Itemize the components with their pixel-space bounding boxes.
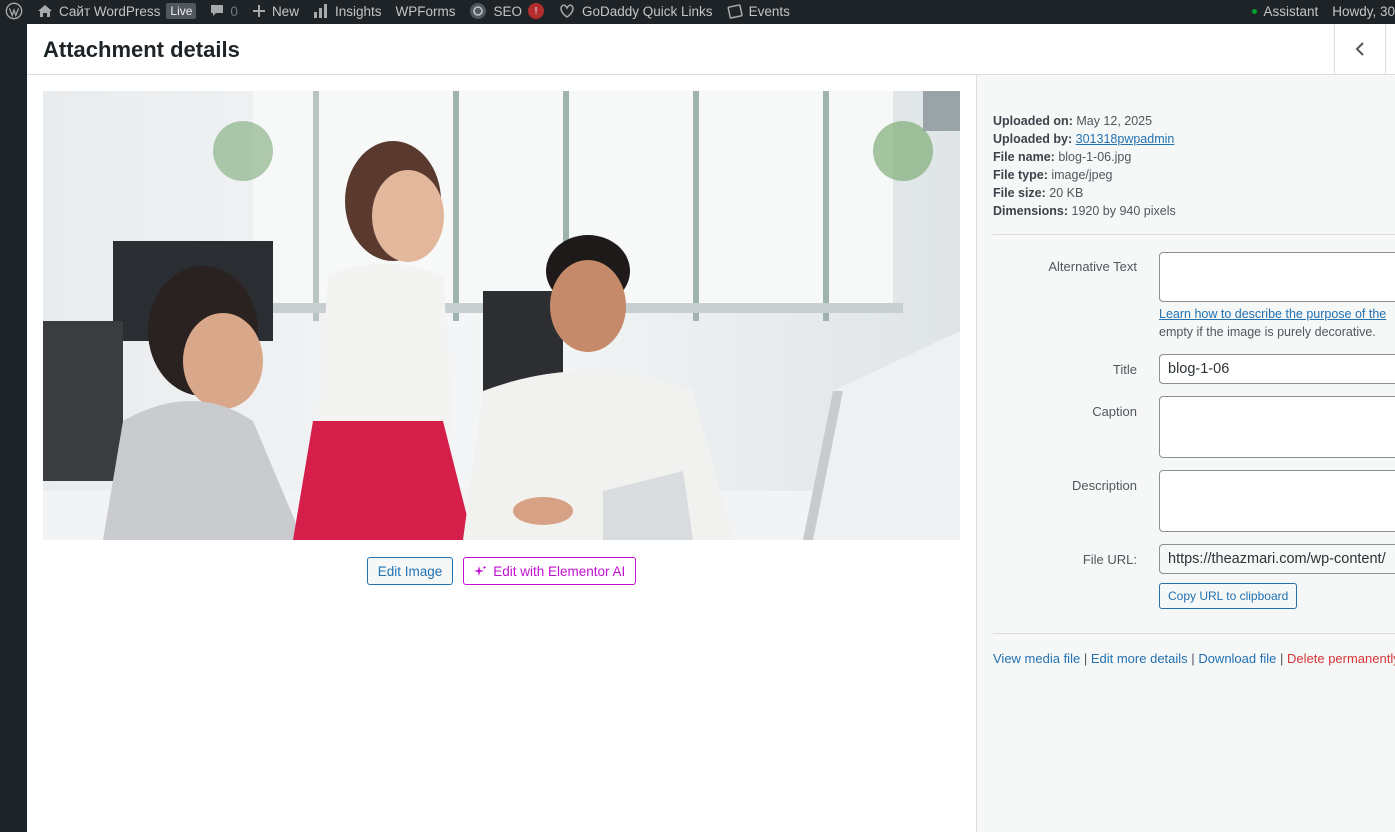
chevron-left-icon [1355, 42, 1364, 56]
calendar-icon [727, 4, 743, 19]
admin-bar-secondary: Assistant Howdy, 30 [1252, 0, 1395, 22]
godaddy-logo-icon [560, 4, 574, 18]
modal-header: Attachment details [27, 24, 1395, 75]
seo-gear-icon [470, 3, 487, 19]
seo-menu[interactable]: SEO ! [469, 2, 544, 20]
wpforms-menu[interactable]: WPForms [395, 4, 455, 19]
live-badge: Live [166, 3, 197, 19]
edit-ai-label: Edit with Elementor AI [493, 563, 626, 579]
file-size-label: File size: [993, 186, 1046, 200]
insights-label: Insights [334, 3, 382, 19]
attachment-image [43, 91, 960, 540]
site-name-label: Сайт WordPress [59, 3, 161, 19]
file-size-value: 20 KB [1049, 186, 1084, 200]
assistant-label: Assistant [1263, 3, 1319, 19]
new-content-menu[interactable]: New [252, 4, 299, 19]
details-divider [993, 234, 1395, 235]
seo-alert-badge: ! [528, 3, 544, 19]
attachment-actions: View media file | Edit more details | Do… [993, 651, 1395, 666]
file-type-row: File type: image/jpeg [993, 166, 1176, 184]
uploaded-on-label: Uploaded on: [993, 114, 1073, 128]
delete-permanently-link[interactable]: Delete permanently [1287, 651, 1395, 666]
copy-url-button[interactable]: Copy URL to clipboard [1159, 583, 1298, 609]
file-url-value: https://theazmari.com/wp-content/ [1168, 551, 1386, 567]
alt-text-input[interactable] [1159, 252, 1395, 302]
title-input[interactable]: blog-1-06 [1159, 354, 1395, 384]
office-meeting-photo [43, 91, 960, 540]
uploaded-by-label: Uploaded by: [993, 132, 1073, 146]
wordpress-logo-icon[interactable] [5, 2, 23, 20]
file-url-input[interactable]: https://theazmari.com/wp-content/ [1159, 544, 1395, 574]
dimensions-label: Dimensions: [993, 204, 1069, 218]
alt-text-help-link[interactable]: Learn how to describe the purpose of the [1159, 307, 1386, 321]
next-attachment-button[interactable] [1385, 24, 1395, 74]
title-value: blog-1-06 [1168, 361, 1230, 377]
action-separator: | [1191, 651, 1195, 666]
file-size-row: File size: 20 KB [993, 184, 1176, 202]
uploaded-by-link[interactable]: 301318pwpadmin [1076, 132, 1175, 146]
attachment-media-view: Edit Image Edit with Elementor AI [27, 75, 976, 832]
alt-text-help: Learn how to describe the purpose of the… [1159, 305, 1395, 341]
howdy-label: Howdy, 30 [1332, 3, 1395, 19]
comments-count: 0 [230, 3, 238, 19]
file-name-row: File name: blog-1-06.jpg [993, 148, 1176, 166]
insights-menu[interactable]: Insights [313, 3, 382, 19]
seo-label: SEO [493, 3, 522, 19]
plus-icon [252, 5, 265, 17]
comments-menu[interactable]: 0 [210, 4, 238, 19]
caption-label: Caption [1092, 404, 1137, 419]
view-media-file-link[interactable]: View media file [993, 651, 1080, 666]
comment-bubble-icon [211, 5, 224, 16]
title-label: Title [1112, 362, 1137, 377]
sparkle-icon [474, 565, 487, 576]
previous-attachment-button[interactable] [1334, 24, 1385, 74]
admin-bar: Сайт WordPress Live 0 New Insights WPFor… [0, 0, 1395, 22]
copy-url-label: Copy URL to clipboard [1168, 589, 1289, 603]
download-file-link[interactable]: Download file [1198, 651, 1276, 666]
action-separator: | [1279, 651, 1284, 666]
file-type-value: image/jpeg [1051, 168, 1113, 182]
attachment-details-modal: Attachment details Edit Image Edit with … [27, 24, 1395, 832]
site-name-menu[interactable]: Сайт WordPress Live [37, 3, 197, 19]
alt-text-help-text: empty if the image is purely decorative. [1159, 325, 1376, 339]
file-details: Uploaded on: May 12, 2025 Uploaded by: 3… [993, 112, 1176, 220]
file-name-value: blog-1-06.jpg [1058, 150, 1132, 164]
godaddy-menu[interactable]: GoDaddy Quick Links [558, 3, 713, 19]
edit-more-details-link[interactable]: Edit more details [1091, 651, 1188, 666]
description-input[interactable] [1159, 470, 1395, 532]
alt-text-label: Alternative Text [1048, 259, 1137, 274]
assistant-menu[interactable]: Assistant [1252, 4, 1318, 19]
file-url-label: File URL: [1082, 552, 1137, 567]
edit-image-label: Edit Image [377, 563, 443, 579]
events-menu[interactable]: Events [727, 3, 790, 19]
godaddy-label: GoDaddy Quick Links [582, 3, 713, 19]
new-label: New [271, 3, 299, 19]
status-dot-icon [1252, 8, 1258, 14]
modal-title: Attachment details [43, 37, 240, 62]
action-separator: | [1083, 651, 1088, 666]
dimensions-row: Dimensions: 1920 by 940 pixels [993, 202, 1176, 220]
uploaded-on-value: May 12, 2025 [1076, 114, 1153, 128]
edit-with-elementor-ai-button[interactable]: Edit with Elementor AI [463, 557, 637, 585]
file-type-label: File type: [993, 168, 1048, 182]
uploaded-on-row: Uploaded on: May 12, 2025 [993, 112, 1176, 130]
edit-image-button[interactable]: Edit Image [366, 557, 454, 585]
dimensions-value: 1920 by 940 pixels [1071, 204, 1176, 218]
caption-input[interactable] [1159, 396, 1395, 458]
uploaded-by-row: Uploaded by: 301318pwpadmin [993, 130, 1176, 148]
home-icon [38, 5, 52, 17]
bar-chart-icon [313, 4, 327, 18]
actions-divider [993, 633, 1395, 634]
events-label: Events [748, 3, 790, 19]
file-name-label: File name: [993, 150, 1055, 164]
account-menu[interactable]: Howdy, 30 [1332, 4, 1395, 19]
image-action-buttons: Edit Image Edit with Elementor AI [27, 557, 976, 585]
attachment-info-sidebar: Uploaded on: May 12, 2025 Uploaded by: 3… [976, 75, 1395, 832]
description-label: Description [1071, 478, 1137, 493]
wpforms-label: WPForms [395, 3, 456, 19]
